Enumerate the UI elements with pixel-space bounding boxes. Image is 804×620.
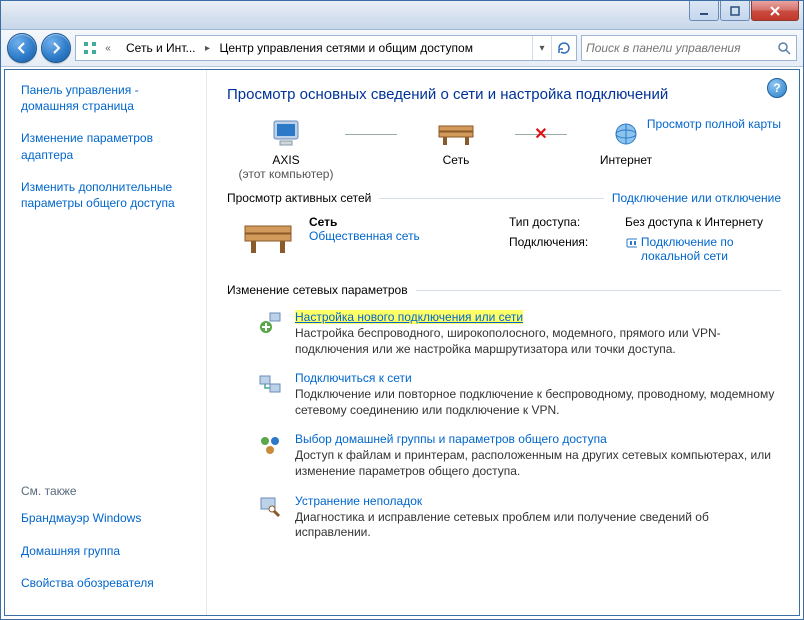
task-description: Подключение или повторное подключение к … <box>295 387 777 418</box>
map-link-broken: ✕ <box>515 117 567 151</box>
task-troubleshoot[interactable]: Устранение неполадок Диагностика и испра… <box>227 487 781 548</box>
bench-icon <box>241 218 295 258</box>
sidebar-link-home[interactable]: Панель управления - домашняя страница <box>21 82 196 114</box>
page-title: Просмотр основных сведений о сети и наст… <box>227 86 781 103</box>
map-network-label: Сеть <box>397 153 515 167</box>
network-settings-header: Изменение сетевых параметров <box>227 283 781 297</box>
forward-button[interactable] <box>41 33 71 63</box>
address-dropdown[interactable]: ▾ <box>532 36 551 60</box>
homegroup-icon <box>258 433 282 457</box>
task-description: Доступ к файлам и принтерам, расположенн… <box>295 448 777 479</box>
address-bar[interactable]: « Сеть и Инт... ▸ Центр управления сетям… <box>75 35 577 61</box>
sidebar: Панель управления - домашняя страница Из… <box>5 70 207 615</box>
task-description: Диагностика и исправление сетевых пробле… <box>295 510 777 541</box>
sidebar-link-internet-options[interactable]: Свойства обозревателя <box>21 575 196 591</box>
network-name: Сеть <box>309 215 495 229</box>
back-button[interactable] <box>7 33 37 63</box>
close-icon <box>769 6 781 16</box>
new-connection-icon <box>258 311 282 335</box>
close-button[interactable] <box>751 1 799 21</box>
map-pc-sublabel: (этот компьютер) <box>227 167 345 181</box>
map-node-network: Сеть <box>397 117 515 167</box>
ethernet-icon <box>625 235 637 251</box>
connection-error-icon: ✕ <box>534 124 547 144</box>
maximize-button[interactable] <box>720 1 750 21</box>
help-button[interactable]: ? <box>767 78 787 98</box>
section-title: Просмотр активных сетей <box>227 191 371 205</box>
map-pc-label: AXIS <box>227 153 345 167</box>
section-title: Изменение сетевых параметров <box>227 283 408 297</box>
minimize-button[interactable] <box>689 1 719 21</box>
computer-icon <box>270 119 302 149</box>
minimize-icon <box>699 6 709 16</box>
window: « Сеть и Инт... ▸ Центр управления сетям… <box>0 0 804 620</box>
refresh-button[interactable] <box>551 36 576 60</box>
tasks-list: Настройка нового подключения или сети На… <box>227 303 781 548</box>
titlebar <box>1 1 803 30</box>
sidebar-link-advanced-sharing[interactable]: Изменить дополнительные параметры общего… <box>21 179 196 211</box>
sidebar-link-firewall[interactable]: Брандмауэр Windows <box>21 510 196 526</box>
network-type-link[interactable]: Общественная сеть <box>309 229 495 243</box>
connection-link[interactable]: Подключение по локальной сети <box>625 235 777 263</box>
window-buttons <box>688 1 799 21</box>
connect-icon <box>258 372 282 396</box>
control-panel-icon <box>82 40 98 56</box>
breadcrumb-level2[interactable]: Центр управления сетями и общим доступом <box>213 36 479 60</box>
arrow-right-icon <box>49 41 63 55</box>
navbar: « Сеть и Инт... ▸ Центр управления сетям… <box>1 30 803 67</box>
search-input[interactable] <box>582 41 772 55</box>
breadcrumb-chevron-icon[interactable]: ▸ <box>201 36 213 60</box>
refresh-icon <box>556 40 572 56</box>
connection-name: Подключение по локальной сети <box>641 235 777 263</box>
main-panel: ? Просмотр основных сведений о сети и на… <box>207 70 799 615</box>
breadcrumb-chevron-icon[interactable]: « <box>102 36 114 60</box>
sidebar-link-homegroup[interactable]: Домашняя группа <box>21 543 196 559</box>
task-connect-network[interactable]: Подключиться к сети Подключение или повт… <box>227 364 781 425</box>
map-node-pc: AXIS (этот компьютер) <box>227 117 345 181</box>
breadcrumb-level1[interactable]: Сеть и Инт... <box>120 36 201 60</box>
breadcrumb-label: Сеть и Инт... <box>126 41 195 55</box>
map-internet-label: Интернет <box>567 153 685 167</box>
network-info: Сеть Общественная сеть <box>309 215 495 243</box>
access-type-label: Тип доступа: <box>509 215 619 229</box>
arrow-left-icon <box>15 41 29 55</box>
connect-disconnect-link[interactable]: Подключение или отключение <box>612 191 781 205</box>
task-title[interactable]: Выбор домашней группы и параметров общег… <box>295 432 607 446</box>
globe-icon <box>614 122 638 146</box>
network-map: AXIS (этот компьютер) Сеть ✕ <box>227 117 781 181</box>
map-link <box>345 117 397 151</box>
active-networks-header: Просмотр активных сетей Подключение или … <box>227 191 781 205</box>
network-category-icon <box>241 215 295 261</box>
bench-icon <box>437 122 475 146</box>
connections-label: Подключения: <box>509 235 619 263</box>
breadcrumb-root[interactable]: « <box>76 36 120 60</box>
troubleshoot-icon <box>258 495 282 519</box>
search-icon[interactable] <box>772 40 796 56</box>
view-full-map-link[interactable]: Просмотр полной карты <box>647 117 781 131</box>
task-homegroup[interactable]: Выбор домашней группы и параметров общег… <box>227 425 781 486</box>
breadcrumb-label: Центр управления сетями и общим доступом <box>219 41 473 55</box>
search-box[interactable] <box>581 35 797 61</box>
task-title[interactable]: Устранение неполадок <box>295 494 422 508</box>
active-network-row: Сеть Общественная сеть Тип доступа: Без … <box>227 211 781 273</box>
maximize-icon <box>730 6 740 16</box>
task-new-connection[interactable]: Настройка нового подключения или сети На… <box>227 303 781 364</box>
task-title[interactable]: Настройка нового подключения или сети <box>295 310 523 324</box>
task-description: Настройка беспроводного, широкополосного… <box>295 326 777 357</box>
see-also-header: См. также <box>21 484 196 498</box>
task-title[interactable]: Подключиться к сети <box>295 371 412 385</box>
sidebar-link-adapter-settings[interactable]: Изменение параметров адаптера <box>21 130 196 162</box>
access-type-value: Без доступа к Интернету <box>625 215 777 229</box>
